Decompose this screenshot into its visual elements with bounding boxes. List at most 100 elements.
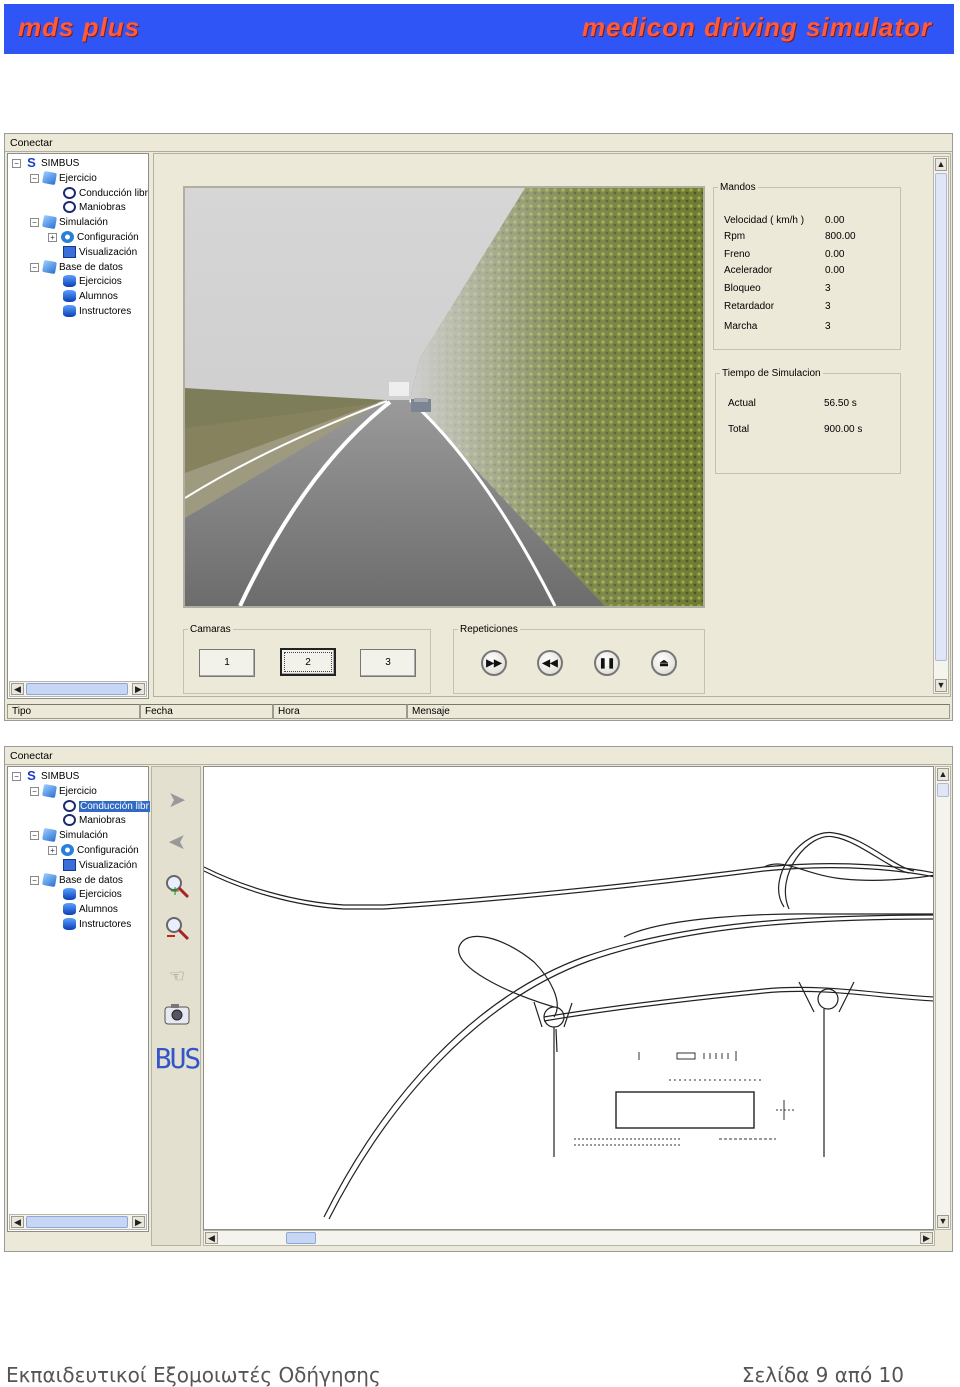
tree-item-conduccion[interactable]: Conducción libr xyxy=(63,799,150,813)
tree-item-base-de-datos[interactable]: − Base de datos xyxy=(30,259,123,275)
collapse-icon[interactable]: − xyxy=(12,771,21,781)
cube-icon xyxy=(42,872,57,888)
tiempo-actual-value: 56.50 s xyxy=(824,398,857,409)
tree-item-maniobras[interactable]: Maniobras xyxy=(63,813,126,827)
zoom-out-icon[interactable] xyxy=(162,913,192,943)
status-hora: Hora xyxy=(273,704,407,719)
scroll-right-icon[interactable]: ▶ xyxy=(920,1232,933,1244)
tiempo-total-value: 900.00 s xyxy=(824,424,863,435)
tree-item-instructores[interactable]: Instructores xyxy=(63,917,131,931)
tree-item-conduccion[interactable]: Conducción libr xyxy=(63,186,148,200)
collapse-icon[interactable]: − xyxy=(30,217,39,227)
scroll-right-icon[interactable]: ▶ xyxy=(132,683,145,695)
camera-1-button[interactable]: 1 xyxy=(199,649,255,677)
collapse-icon[interactable]: − xyxy=(30,262,39,272)
arrow-right-icon[interactable]: ➤ xyxy=(162,785,192,815)
database-icon xyxy=(63,275,76,287)
camera-3-button[interactable]: 3 xyxy=(360,649,416,677)
tree-item-simbus[interactable]: − S SIMBUS xyxy=(12,769,79,783)
scroll-up-icon[interactable]: ▲ xyxy=(935,158,947,171)
menu-conectar[interactable]: Conectar xyxy=(10,750,53,762)
fast-forward-icon[interactable]: ▶▶ xyxy=(481,650,507,676)
scroll-up-icon[interactable]: ▲ xyxy=(937,768,949,781)
tree-horizontal-scrollbar[interactable]: ◀ ▶ xyxy=(9,1214,147,1230)
zoom-in-icon[interactable]: + xyxy=(162,871,192,901)
mandos-label: Freno xyxy=(724,249,751,260)
vertical-scrollbar[interactable]: ▲ ▼ xyxy=(933,156,949,694)
collapse-icon[interactable]: − xyxy=(30,786,39,796)
rewind-icon[interactable]: ◀◀ xyxy=(537,650,563,676)
tree-item-ejercicio[interactable]: − Ejercicio xyxy=(30,783,97,799)
camaras-title: Camaras xyxy=(190,624,231,635)
tree-item-visualizacion[interactable]: Visualización xyxy=(63,858,137,872)
camera-2-button[interactable]: 2 xyxy=(280,648,336,676)
tree-item-ejercicios[interactable]: Ejercicios xyxy=(63,887,122,901)
scroll-down-icon[interactable]: ▼ xyxy=(935,679,947,692)
cube-icon xyxy=(42,783,57,799)
tree-item-ejercicios[interactable]: Ejercicios xyxy=(63,274,122,288)
menu-conectar[interactable]: Conectar xyxy=(10,137,53,149)
tree-item-configuracion[interactable]: + Configuración xyxy=(48,843,139,857)
collapse-icon[interactable]: − xyxy=(30,830,39,840)
steering-wheel-icon xyxy=(63,187,76,199)
page-number: Σελίδα 9 από 10 xyxy=(741,1363,904,1387)
scroll-thumb[interactable] xyxy=(286,1232,316,1244)
tree-item-maniobras[interactable]: Maniobras xyxy=(63,200,126,214)
mandos-value: 3 xyxy=(825,283,831,294)
scroll-left-icon[interactable]: ◀ xyxy=(205,1232,218,1244)
arrow-left-icon[interactable]: ➤ xyxy=(162,827,192,857)
mandos-label: Retardador xyxy=(724,301,775,312)
simulator-window: Conectar − S SIMBUS − Ejercicio Conducción … xyxy=(4,133,953,721)
expand-icon[interactable]: + xyxy=(48,845,57,855)
steering-wheel-icon xyxy=(63,201,76,213)
map-toolbar: ➤ ➤ + ☜ BUS xyxy=(151,766,201,1246)
hand-icon[interactable]: ☜ xyxy=(162,961,192,991)
collapse-icon[interactable]: − xyxy=(12,158,21,168)
eject-icon[interactable]: ⏏ xyxy=(651,650,677,676)
scroll-thumb[interactable] xyxy=(937,783,949,797)
scroll-thumb[interactable] xyxy=(26,683,128,695)
scroll-down-icon[interactable]: ▼ xyxy=(937,1215,949,1228)
tree-item-alumnos[interactable]: Alumnos xyxy=(63,902,118,916)
map-horizontal-scrollbar[interactable]: ◀ ▶ xyxy=(203,1230,935,1246)
collapse-icon[interactable]: − xyxy=(30,173,39,183)
tree-item-ejercicio[interactable]: − Ejercicio xyxy=(30,170,97,186)
tree-item-configuracion[interactable]: + Configuración xyxy=(48,230,139,244)
scroll-right-icon[interactable]: ▶ xyxy=(132,1216,145,1228)
scroll-left-icon[interactable]: ◀ xyxy=(11,683,24,695)
bus-logo[interactable]: BUS xyxy=(155,1042,202,1075)
tree-item-simulacion[interactable]: − Simulación xyxy=(30,214,108,230)
camera-icon[interactable] xyxy=(162,999,192,1029)
expand-icon[interactable]: + xyxy=(48,232,57,242)
status-mensaje: Mensaje xyxy=(407,704,950,719)
simbus-icon: S xyxy=(27,768,36,783)
scroll-left-icon[interactable]: ◀ xyxy=(11,1216,24,1228)
tree-horizontal-scrollbar[interactable]: ◀ ▶ xyxy=(9,681,147,697)
scroll-thumb[interactable] xyxy=(935,173,947,661)
database-icon xyxy=(63,290,76,302)
collapse-icon[interactable]: − xyxy=(30,875,39,885)
tiempo-actual-label: Actual xyxy=(728,398,756,409)
scroll-thumb[interactable] xyxy=(26,1216,128,1228)
database-icon xyxy=(63,888,76,900)
driving-view-3d xyxy=(183,186,705,608)
mandos-value: 0.00 xyxy=(825,215,845,226)
tree-item-simulacion[interactable]: − Simulación xyxy=(30,827,108,843)
footer-title: Εκπαιδευτικοί Εξομοιωτές Οδήγησης xyxy=(6,1363,381,1387)
tree-item-base-de-datos[interactable]: − Base de datos xyxy=(30,872,123,888)
cube-icon xyxy=(42,259,57,275)
steering-wheel-icon xyxy=(63,814,76,826)
tree-item-alumnos[interactable]: Alumnos xyxy=(63,289,118,303)
tiempo-total-label: Total xyxy=(728,424,750,435)
status-fecha: Fecha xyxy=(140,704,273,719)
monitor-icon xyxy=(63,246,76,258)
map-vertical-scrollbar[interactable]: ▲ ▼ xyxy=(935,766,951,1230)
gear-icon xyxy=(61,231,74,243)
tree-item-simbus[interactable]: − S SIMBUS xyxy=(12,156,79,170)
tree-item-instructores[interactable]: Instructores xyxy=(63,304,131,318)
pause-icon[interactable]: ❚❚ xyxy=(594,650,620,676)
cube-icon xyxy=(42,170,57,186)
mandos-label: Bloqueo xyxy=(724,283,761,294)
navigation-tree: − S SIMBUS − Ejercicio Conducción libr Mani… xyxy=(7,153,149,699)
tree-item-visualizacion[interactable]: Visualización xyxy=(63,245,137,259)
